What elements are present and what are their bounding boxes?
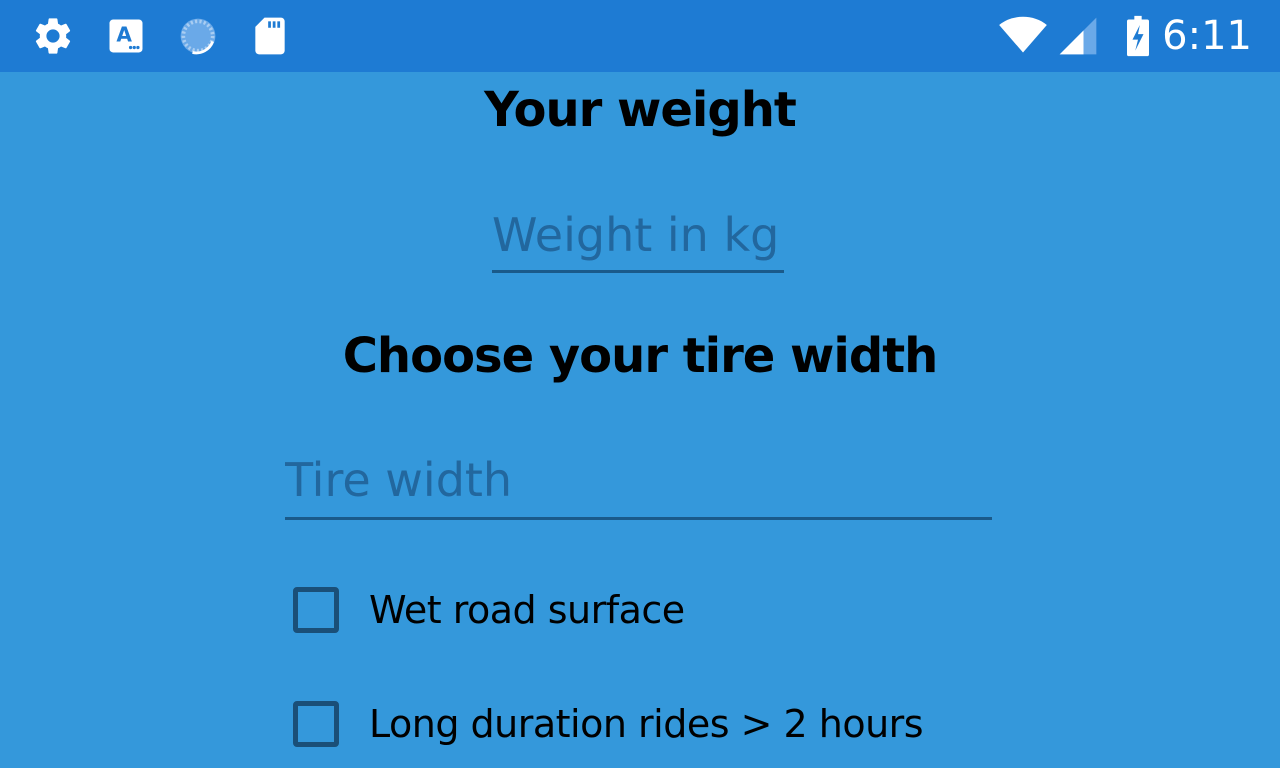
wifi-icon (999, 16, 1047, 53)
long-rides-checkbox[interactable] (293, 701, 339, 747)
wet-road-label: Wet road surface (369, 588, 685, 632)
form-content: Your weight Choose your tire width Wet r… (0, 72, 1280, 768)
tire-width-heading: Choose your tire width (342, 328, 939, 384)
long-rides-label: Long duration rides > 2 hours (369, 702, 924, 746)
keyboard-a-icon: A (109, 19, 143, 53)
weight-heading: Your weight (484, 82, 797, 138)
status-clock: 6:11 (1162, 13, 1252, 59)
settings-gear-icon (35, 18, 71, 54)
wet-road-checkbox[interactable] (293, 587, 339, 633)
status-bar: A 6:11 (0, 0, 1280, 72)
wet-road-checkbox-row[interactable]: Wet road surface (293, 582, 685, 638)
svg-text:A: A (116, 23, 132, 47)
sd-card-icon (255, 17, 285, 55)
cellular-signal-icon (1059, 17, 1097, 55)
battery-charging-icon (1127, 15, 1149, 57)
sync-loading-icon (180, 18, 216, 55)
weight-input[interactable] (492, 200, 784, 273)
tire-width-input[interactable] (285, 442, 992, 520)
long-rides-checkbox-row[interactable]: Long duration rides > 2 hours (293, 696, 924, 752)
